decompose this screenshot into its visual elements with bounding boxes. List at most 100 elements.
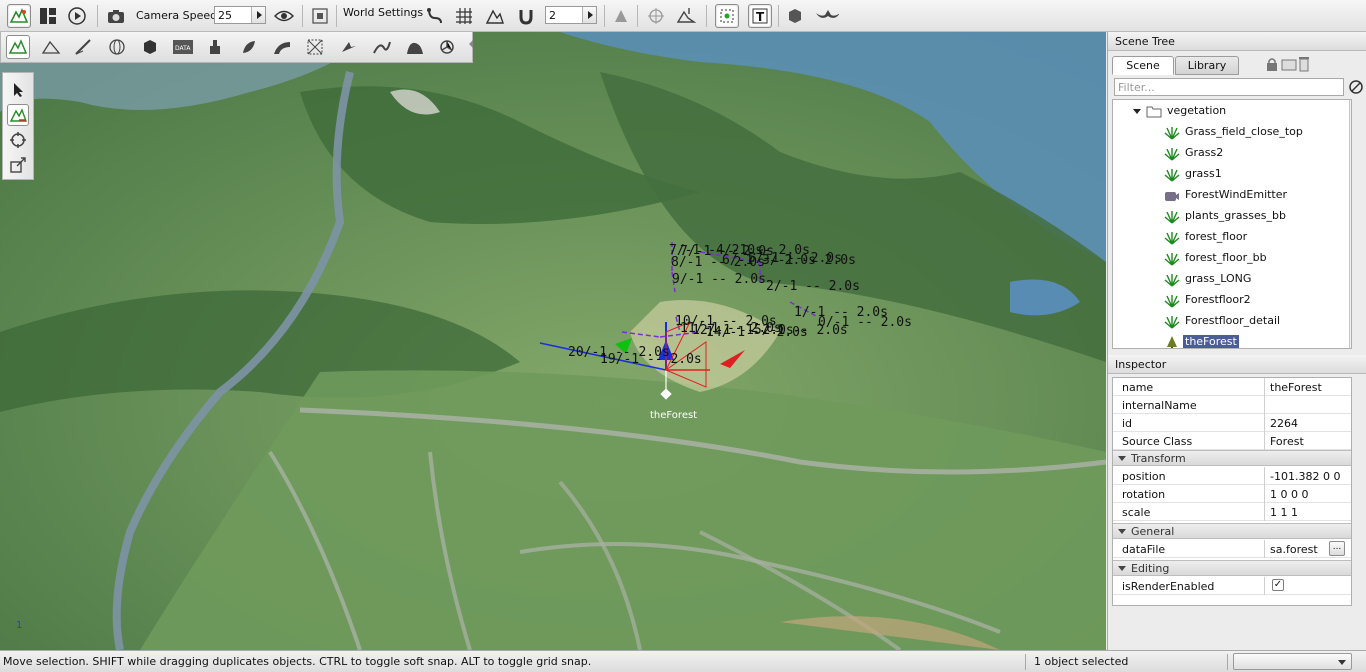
cube-icon[interactable] [138,35,162,59]
eye-icon[interactable] [272,4,296,28]
chevron-right-icon[interactable] [251,7,265,23]
inspector-row-internalname[interactable]: internalName [1113,396,1351,414]
window-icon[interactable] [1281,59,1297,74]
tree-folder-vegetation[interactable]: vegetation [1113,101,1349,122]
selection-icons-icon[interactable] [715,4,739,28]
particle-editor-icon[interactable] [337,35,361,59]
field-value[interactable]: Forest [1270,435,1304,448]
right-panel: Scene Tree Scene Library Filter... veget… [1107,32,1366,650]
tree-item[interactable]: ForestWindEmitter [1113,185,1349,206]
inspector-group-editing[interactable]: Editing [1113,560,1351,576]
road-editor-icon[interactable] [403,35,427,59]
scene-tree[interactable]: vegetation Grass_field_close_top Grass2 gr… [1112,99,1352,349]
inspector-group-transform[interactable]: Transform [1113,450,1351,466]
field-value[interactable]: theForest [1270,381,1322,394]
grid-snap-icon[interactable] [452,4,476,28]
status-dropdown[interactable] [1233,653,1352,670]
object-palette-icon[interactable] [783,4,807,28]
inspector-row-id[interactable]: id 2264 [1113,414,1351,432]
camera-speed-stepper[interactable]: 25 [214,6,266,24]
globe-icon[interactable] [105,35,129,59]
snap-to-object-icon[interactable] [423,4,447,28]
selected-object-label: theForest [650,410,697,421]
field-value[interactable]: 1 0 0 0 [1270,488,1308,501]
field-value[interactable]: 1 1 1 [1270,506,1298,519]
decal-editor-icon[interactable] [203,35,227,59]
filter-input[interactable]: Filter... [1114,78,1344,96]
field-value[interactable]: sa.forest [1270,543,1318,556]
tree-item[interactable]: Forestfloor_detail [1113,311,1349,332]
inspector-row-isrenderenabled[interactable]: isRenderEnabled ✓ [1113,577,1351,595]
tree-item[interactable]: grass1 [1113,164,1349,185]
tree-item[interactable]: Grass2 [1113,143,1349,164]
object-editor-icon[interactable] [6,35,30,59]
trash-icon[interactable] [1298,56,1310,75]
tree-item[interactable]: theForest [1113,332,1349,348]
browse-button[interactable]: ... [1329,541,1345,556]
inspector-row-source-class[interactable]: Source Class Forest [1113,432,1351,450]
camera-speed-value[interactable]: 25 [218,9,232,22]
chevron-down-icon[interactable] [1118,566,1126,571]
magnet-icon[interactable] [514,4,538,28]
terrain-snap-icon[interactable] [483,4,507,28]
clear-filter-icon[interactable] [1348,79,1364,95]
inspector-row-scale[interactable]: scale 1 1 1 [1113,503,1351,521]
terrain-painter-icon[interactable] [71,35,95,59]
chevron-right-icon[interactable] [582,7,596,23]
river-editor-icon[interactable] [370,35,394,59]
tree-item[interactable]: grass_LONG [1113,269,1349,290]
navmesh-icon[interactable] [303,35,327,59]
lock-icon[interactable] [1266,57,1278,74]
text-labels-icon[interactable]: T [748,4,772,28]
tree-item[interactable]: forest_floor [1113,227,1349,248]
grass-icon [1164,169,1180,182]
shape-editor-icon[interactable] [435,35,459,59]
inspector-row-rotation[interactable]: rotation 1 0 0 0 [1113,485,1351,503]
3d-viewport[interactable]: theForest 7/-1 -- 2.0s 7/-1 -- 2.0s 4/-1 -… [0,32,1106,650]
datablock-icon[interactable]: DATA [171,35,195,59]
grass-icon [1164,274,1180,287]
object-lock-icon[interactable] [609,4,633,28]
inspector-row-position[interactable]: position -101.382 0 0 [1113,467,1351,485]
world-editor-icon[interactable] [7,4,31,28]
chevron-down-icon[interactable] [1118,456,1126,461]
tree-item[interactable]: plants_grasses_bb [1113,206,1349,227]
checkbox[interactable]: ✓ [1272,579,1284,591]
select-arrow-icon[interactable] [7,79,29,101]
move-tool-icon[interactable] [7,104,29,126]
group-title: Editing [1131,562,1170,575]
mesh-road-icon[interactable] [270,35,294,59]
fit-view-icon[interactable] [308,4,332,28]
collapse-toolbar-icon[interactable] [469,40,473,48]
inspector-scrollbar[interactable] [1351,378,1352,606]
tree-item[interactable]: Grass_field_close_top [1113,122,1349,143]
field-value[interactable]: 2264 [1270,417,1298,430]
rotate-tool-icon[interactable] [7,129,29,151]
play-icon[interactable] [65,4,89,28]
tab-library[interactable]: Library [1175,56,1239,75]
snap-size-stepper[interactable]: 2 [545,6,597,24]
inspector-row-datafile[interactable]: dataFile sa.forest... [1113,540,1351,558]
chevron-down-icon[interactable] [1133,109,1141,114]
snap-size-value[interactable]: 2 [549,9,556,22]
terrain-drop-icon[interactable] [674,4,698,28]
tree-item[interactable]: forest_floor_bb [1113,248,1349,269]
inspector-panel[interactable]: name theForest internalName id 2264 Source Cl… [1112,377,1352,606]
grass-icon [1164,316,1180,329]
layout-icon[interactable] [36,4,60,28]
tab-scene[interactable]: Scene [1112,56,1174,75]
bat-icon[interactable] [815,4,839,28]
scale-tool-icon[interactable] [7,154,29,176]
inspector-row-name[interactable]: name theForest [1113,378,1351,396]
camera-icon[interactable] [104,4,128,28]
forest-editor-icon[interactable] [237,35,261,59]
terrain-editor-icon[interactable] [39,35,63,59]
world-settings-label[interactable]: World Settings [343,6,423,19]
field-value[interactable]: -101.382 0 0 [1270,470,1340,483]
center-pivot-icon[interactable] [644,4,668,28]
chevron-down-icon[interactable] [1118,529,1126,534]
field-key: name [1122,381,1154,394]
tree-item[interactable]: Forestfloor2 [1113,290,1349,311]
inspector-group-general[interactable]: General [1113,523,1351,539]
tree-scrollbar[interactable] [1349,100,1351,348]
